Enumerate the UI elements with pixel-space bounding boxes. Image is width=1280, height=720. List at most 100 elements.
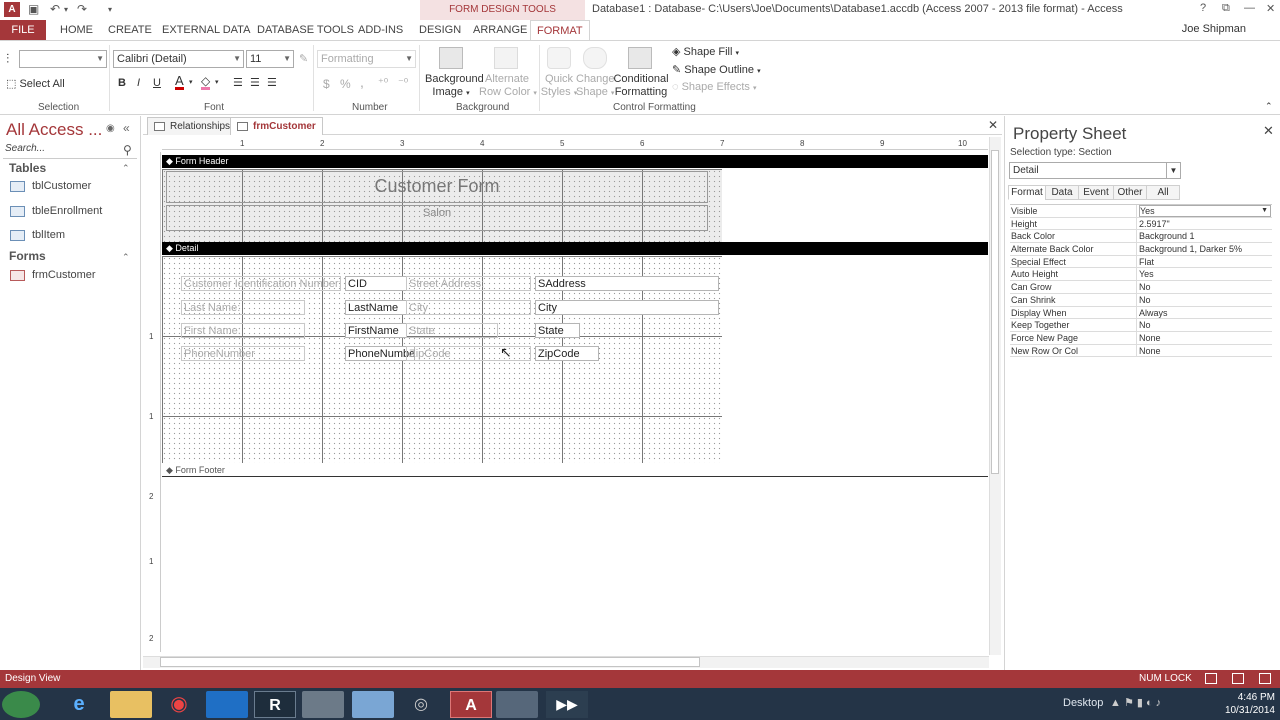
tab-design[interactable]: DESIGN: [419, 20, 461, 40]
app-icon[interactable]: [302, 691, 344, 718]
nav-title[interactable]: All Access ...: [6, 120, 102, 140]
ps-tab-all[interactable]: All: [1146, 185, 1180, 200]
minimize-button[interactable]: —: [1244, 2, 1255, 14]
access-icon[interactable]: A: [4, 2, 20, 17]
conditional-formatting-button[interactable]: Conditional Formatting: [613, 73, 669, 99]
underline-button[interactable]: U: [153, 77, 161, 89]
property-row[interactable]: Keep Together No: [1010, 319, 1272, 332]
nav-item-tbleenrollment[interactable]: tbleEnrollment: [10, 205, 102, 223]
select-all-button[interactable]: ⬚ Select All: [6, 77, 65, 90]
decimal-increase-icon[interactable]: ⁺⁰: [378, 76, 388, 89]
ps-tab-other[interactable]: Other: [1113, 185, 1147, 200]
save-icon[interactable]: ▣: [28, 2, 39, 16]
collapse-ribbon-icon[interactable]: ⌃: [1265, 101, 1273, 112]
tab-external-data[interactable]: EXTERNAL DATA: [162, 20, 250, 40]
format-painter-icon[interactable]: ✎: [299, 52, 308, 65]
undo-icon[interactable]: ↶: [50, 2, 60, 16]
fill-color-icon[interactable]: ◇: [201, 75, 211, 90]
shape-outline-button[interactable]: ✎ Shape Outline ▾: [672, 63, 761, 76]
comma-button[interactable]: ,: [360, 74, 364, 90]
tab-arrange[interactable]: ARRANGE: [473, 20, 527, 40]
tab-relationships[interactable]: Relationships: [147, 117, 238, 135]
property-row[interactable]: Back Color Background 1: [1010, 230, 1272, 244]
align-right-icon[interactable]: ☰: [267, 76, 277, 89]
form-subtitle-label[interactable]: Salon: [166, 207, 708, 219]
nav-item-tblitem[interactable]: tblItem: [10, 229, 65, 247]
form-title-label[interactable]: Customer Form: [166, 176, 708, 197]
font-color-icon[interactable]: A: [175, 74, 184, 90]
chevron-up-icon[interactable]: ⌃: [122, 252, 130, 263]
align-center-icon[interactable]: ☰: [250, 76, 260, 89]
file-explorer-icon[interactable]: [110, 691, 152, 718]
tab-format[interactable]: FORMAT: [530, 20, 590, 40]
change-shape-button[interactable]: Change Shape ▾: [576, 73, 615, 100]
selection-dropdown[interactable]: Detail ▼: [1009, 162, 1181, 179]
alternate-row-color-button[interactable]: Alternate Row Color ▾: [479, 73, 537, 100]
number-format-combo[interactable]: Formatting ▼: [317, 50, 416, 68]
property-row[interactable]: Auto Height Yes: [1010, 268, 1272, 282]
nav-menu-chevron-icon[interactable]: ◉: [106, 123, 115, 134]
clock[interactable]: 4:46 PM 10/31/2014: [1220, 691, 1275, 717]
r-app-icon[interactable]: R: [254, 691, 296, 718]
desktop-toolbar-label[interactable]: Desktop: [1063, 697, 1103, 709]
cid-textbox[interactable]: CID: [345, 276, 407, 291]
tab-frmcustomer[interactable]: frmCustomer: [230, 117, 323, 135]
tab-home[interactable]: HOME: [60, 20, 93, 40]
form-design-surface[interactable]: ◆ Form Header Customer Form Salon ◆ Deta…: [162, 153, 988, 653]
font-family-combo[interactable]: Calibri (Detail) ▼: [113, 50, 244, 68]
app-icon[interactable]: ▶▶: [546, 691, 588, 718]
firstname-textbox[interactable]: FirstName: [345, 323, 407, 338]
chevron-down-icon[interactable]: ▾: [189, 78, 193, 86]
property-row[interactable]: Force New Page None: [1010, 331, 1272, 345]
customize-qat-icon[interactable]: ▾: [108, 5, 112, 14]
form-view-icon[interactable]: [1205, 673, 1217, 684]
nav-search-input[interactable]: Search...: [3, 143, 137, 159]
detail-bar[interactable]: ◆ Detail: [162, 242, 988, 255]
zipcode-textbox[interactable]: ZipCode: [535, 346, 599, 361]
ps-tab-event[interactable]: Event: [1078, 185, 1114, 200]
app-icon[interactable]: [352, 691, 394, 718]
change-shape-icon[interactable]: [583, 47, 607, 69]
chevron-down-icon[interactable]: ▾: [215, 78, 219, 86]
ps-tab-format[interactable]: Format: [1008, 185, 1046, 200]
tray-icons[interactable]: ▲ ⚑ ▮ ◐ ♪: [1110, 696, 1161, 709]
nav-section-tables[interactable]: Tables: [9, 161, 46, 175]
app-icon[interactable]: ◎: [400, 691, 442, 718]
tab-database-tools[interactable]: DATABASE TOOLS: [257, 20, 354, 40]
property-row[interactable]: Can Grow No: [1010, 281, 1272, 294]
detail-grid[interactable]: Customer Identification Number: CID Stre…: [162, 256, 722, 463]
form-footer-bar[interactable]: ◆ Form Footer: [162, 464, 988, 477]
selector-icon[interactable]: ⫶: [6, 51, 9, 67]
property-row[interactable]: Can Shrink No: [1010, 293, 1272, 307]
city-label[interactable]: City: [406, 300, 531, 315]
chevron-up-icon[interactable]: ⌃: [122, 163, 130, 174]
redo-icon[interactable]: ↷: [77, 2, 87, 16]
percent-button[interactable]: %: [340, 77, 351, 91]
vertical-scrollbar-thumb[interactable]: [991, 150, 999, 474]
horizontal-scrollbar-thumb[interactable]: [160, 657, 700, 667]
quick-styles-button[interactable]: Quick Styles ▾: [540, 73, 578, 100]
design-view-icon[interactable]: [1259, 673, 1271, 684]
property-row[interactable]: New Row Or Col None: [1010, 344, 1272, 358]
currency-button[interactable]: $: [323, 77, 330, 91]
quick-styles-icon[interactable]: [547, 47, 571, 69]
alternate-row-color-icon[interactable]: [494, 47, 518, 69]
close-button[interactable]: ✕: [1266, 2, 1275, 15]
align-left-icon[interactable]: ☰: [233, 76, 243, 89]
app-icon[interactable]: [496, 691, 538, 718]
nav-item-frmcustomer[interactable]: frmCustomer: [10, 269, 96, 287]
help-button[interactable]: ?: [1200, 2, 1206, 14]
close-icon[interactable]: ✕: [1263, 123, 1274, 139]
italic-button[interactable]: I: [137, 77, 140, 89]
state-label[interactable]: State: [406, 323, 498, 338]
saddress-textbox[interactable]: SAddress: [535, 276, 719, 291]
ribbon-display-button[interactable]: ⧉: [1222, 2, 1230, 15]
property-row[interactable]: Visible Yes ▼: [1010, 205, 1272, 218]
background-image-icon[interactable]: [439, 47, 463, 69]
search-icon[interactable]: ⚲: [123, 143, 132, 157]
collapse-nav-icon[interactable]: «: [123, 121, 130, 135]
first-name-label[interactable]: First Name:: [181, 323, 305, 338]
horizontal-ruler[interactable]: 1 2 3 4 5 6 7 8 9 10: [162, 137, 988, 150]
property-row[interactable]: Special Effect Flat: [1010, 255, 1272, 269]
property-row[interactable]: Alternate Back Color Background 1, Darker…: [1010, 243, 1272, 256]
